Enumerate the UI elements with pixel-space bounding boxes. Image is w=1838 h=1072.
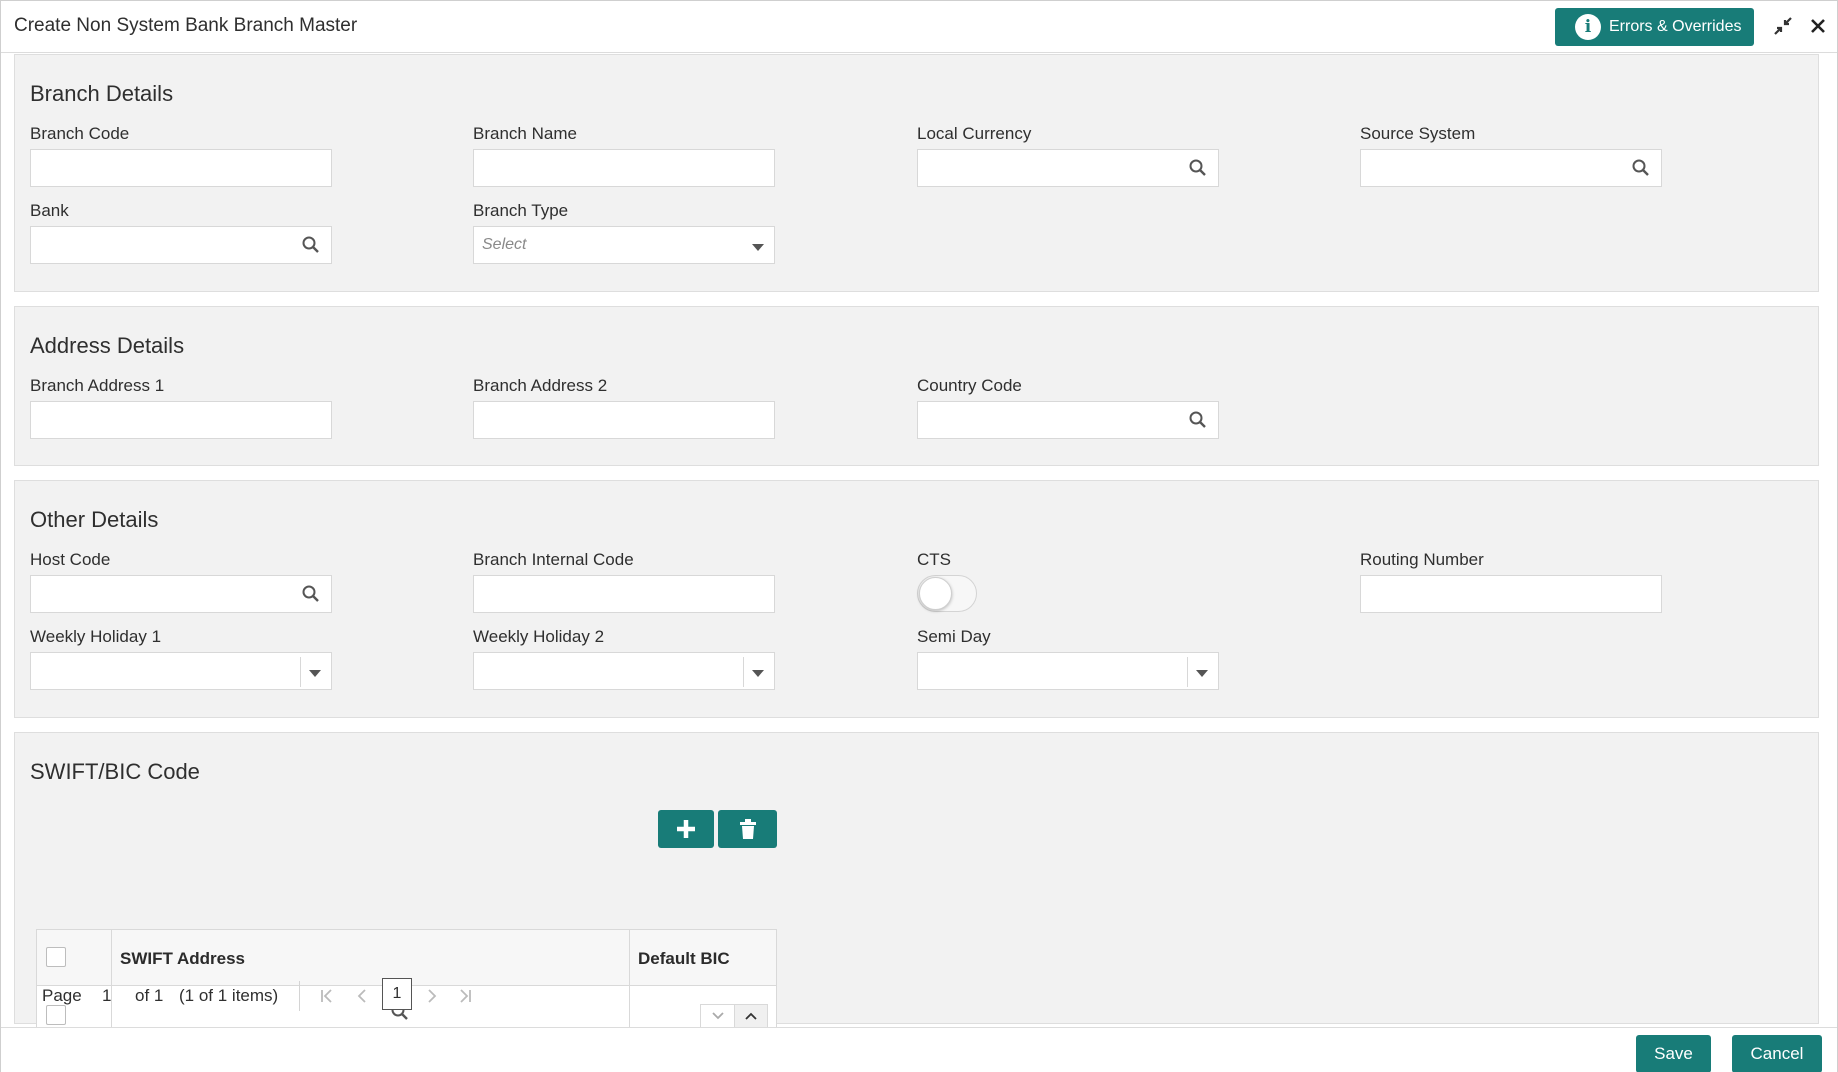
local-currency-input[interactable] (917, 149, 1219, 187)
host-code-input[interactable] (30, 575, 332, 613)
select-separator (300, 657, 301, 687)
pager-divider (299, 981, 300, 1011)
branch-name-label: Branch Name (473, 124, 577, 143)
branch-code-input[interactable] (30, 149, 332, 187)
branch-address-2-input[interactable] (473, 401, 775, 439)
form-body: Branch Details Branch Code Branch Name L… (1, 54, 1837, 1042)
info-icon: i (1575, 14, 1601, 40)
dropdown-caret-icon (752, 244, 764, 251)
close-icon[interactable] (1806, 14, 1830, 38)
cts-toggle[interactable] (917, 575, 977, 612)
delete-row-button[interactable] (718, 810, 777, 848)
branch-type-label: Branch Type (473, 201, 569, 220)
bank-input[interactable] (30, 226, 332, 264)
create-branch-window: Create Non System Bank Branch Master i E… (0, 0, 1838, 1072)
search-icon[interactable] (301, 235, 321, 255)
select-separator (743, 657, 744, 687)
branch-details-heading: Branch Details (30, 81, 174, 106)
pager-items-label: (1 of 1 items) (179, 986, 279, 1005)
window-title: Create Non System Bank Branch Master (14, 15, 358, 36)
select-all-checkbox[interactable] (46, 947, 66, 967)
branch-name-input[interactable] (473, 149, 775, 187)
errors-overrides-button[interactable]: i Errors & Overrides (1555, 8, 1754, 46)
weekly-holiday-2-label: Weekly Holiday 2 (473, 627, 605, 646)
save-button[interactable]: Save (1636, 1035, 1711, 1072)
weekly-holiday-2-select[interactable] (473, 652, 775, 690)
plus-icon (677, 820, 695, 838)
address-details-heading: Address Details (30, 333, 185, 358)
trash-icon (739, 819, 756, 839)
swift-bic-heading: SWIFT/BIC Code (30, 759, 200, 784)
cts-toggle-knob (919, 577, 952, 610)
weekly-holiday-1-select[interactable] (30, 652, 332, 690)
branch-address-1-input[interactable] (30, 401, 332, 439)
country-code-input[interactable] (917, 401, 1219, 439)
dropdown-caret-icon (309, 670, 321, 677)
branch-details-panel: Branch Details Branch Code Branch Name L… (14, 54, 1819, 292)
address-details-panel: Address Details Branch Address 1 Branch … (14, 306, 1819, 466)
semi-day-select[interactable] (917, 652, 1219, 690)
branch-address-1-label: Branch Address 1 (30, 376, 165, 395)
col-swift-address: SWIFT Address (120, 949, 245, 968)
source-system-input[interactable] (1360, 149, 1662, 187)
grid-pager: Page 1 of 1 (1 of 1 items) 1 (36, 977, 777, 1017)
semi-day-label: Semi Day (917, 627, 991, 646)
routing-number-input[interactable] (1360, 575, 1662, 613)
dropdown-caret-icon (1196, 670, 1208, 677)
branch-internal-code-label: Branch Internal Code (473, 550, 634, 569)
footer-bar: Save Cancel (1, 1027, 1837, 1072)
next-page-icon[interactable] (422, 987, 440, 1005)
pager-of-label: of 1 (135, 986, 164, 1005)
pager-current-page[interactable]: 1 (102, 986, 111, 1006)
errors-overrides-label: Errors & Overrides (1609, 18, 1742, 35)
search-icon[interactable] (1188, 158, 1208, 178)
cancel-button[interactable]: Cancel (1732, 1035, 1822, 1072)
routing-number-label: Routing Number (1360, 550, 1484, 569)
local-currency-label: Local Currency (917, 124, 1032, 143)
other-details-heading: Other Details (30, 507, 159, 532)
select-separator (1187, 657, 1188, 687)
swift-bic-panel: SWIFT/BIC Code SWIFT Address Default BIC (14, 732, 1819, 1042)
cts-label: CTS (917, 550, 951, 569)
minimize-icon[interactable] (1771, 14, 1795, 38)
country-code-label: Country Code (917, 376, 1022, 395)
pager-page-label: Page (42, 986, 82, 1005)
search-icon[interactable] (301, 584, 321, 604)
first-page-icon[interactable] (318, 987, 336, 1005)
title-bar: Create Non System Bank Branch Master i E… (1, 1, 1837, 53)
search-icon[interactable] (1188, 410, 1208, 430)
branch-address-2-label: Branch Address 2 (473, 376, 608, 395)
pager-page-box[interactable]: 1 (382, 978, 412, 1010)
add-row-button[interactable] (658, 810, 714, 848)
dropdown-caret-icon (752, 670, 764, 677)
source-system-label: Source System (1360, 124, 1476, 143)
col-default-bic: Default BIC (638, 949, 730, 968)
search-icon[interactable] (1631, 158, 1651, 178)
branch-code-label: Branch Code (30, 124, 130, 143)
weekly-holiday-1-label: Weekly Holiday 1 (30, 627, 162, 646)
branch-type-placeholder: Select (482, 236, 527, 253)
prev-page-icon[interactable] (354, 987, 372, 1005)
last-page-icon[interactable] (456, 987, 474, 1005)
other-details-panel: Other Details Host Code Branch Internal … (14, 480, 1819, 718)
host-code-label: Host Code (30, 550, 111, 569)
branch-internal-code-input[interactable] (473, 575, 775, 613)
branch-type-select[interactable]: Select (473, 226, 775, 264)
bank-label: Bank (30, 201, 69, 220)
